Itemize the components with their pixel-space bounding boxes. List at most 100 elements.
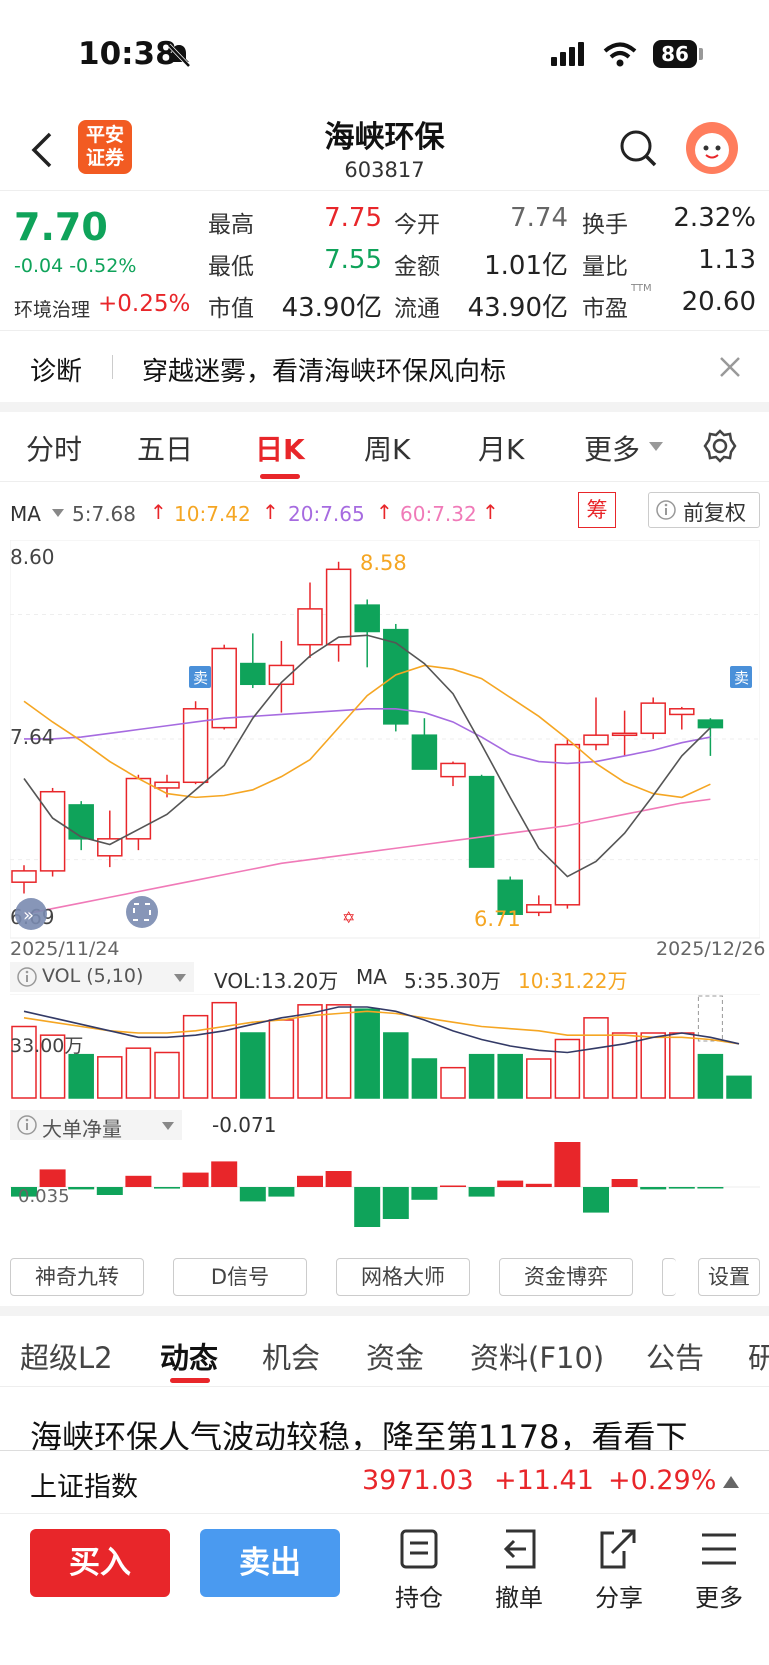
flow-bar — [668, 1187, 695, 1189]
low-value: 7.55 — [324, 245, 382, 275]
candle-body — [411, 734, 438, 770]
tab-news[interactable]: 动态 — [160, 1335, 218, 1377]
volume-bar — [526, 1058, 552, 1099]
volume-bar — [268, 1019, 295, 1099]
section-gap — [0, 1306, 769, 1316]
tool-partial[interactable] — [662, 1258, 676, 1296]
tab-announcements[interactable]: 公告 — [646, 1335, 704, 1377]
flow-bar — [697, 1187, 724, 1189]
tab-monthly-k[interactable]: 月K — [478, 428, 524, 468]
diagnosis-bar[interactable]: 诊断 穿越迷雾，看清海峡环保风向标 — [0, 330, 769, 402]
info-icon — [17, 967, 37, 987]
assistant-avatar[interactable] — [686, 122, 738, 174]
ma5-up-arrow-icon: ↑ — [150, 500, 167, 524]
search-icon[interactable] — [618, 128, 658, 168]
tab-intraday[interactable]: 分时 — [26, 428, 82, 468]
flow-bar — [354, 1187, 381, 1227]
holdings-icon[interactable] — [384, 1527, 454, 1571]
ma-dropdown-icon[interactable] — [52, 508, 64, 518]
volume-bar — [440, 1066, 466, 1099]
battery-level: 86 — [653, 40, 697, 68]
tool-grid-master[interactable]: 网格大师 — [336, 1258, 470, 1296]
share-icon[interactable] — [584, 1527, 654, 1571]
sell-button[interactable]: 卖出 — [200, 1529, 340, 1597]
info-icon — [656, 500, 676, 520]
ma-label[interactable]: MA — [10, 502, 41, 526]
chip-distribution-button[interactable]: 筹 — [578, 492, 616, 528]
share-label[interactable]: 分享 — [584, 1578, 654, 1613]
candle-body — [669, 708, 695, 716]
sector-name[interactable]: 环境治理 — [14, 295, 90, 322]
tab-weekly-k[interactable]: 周K — [364, 428, 410, 468]
battery-tip — [699, 48, 703, 60]
flow-bar — [268, 1187, 295, 1197]
candle-body — [468, 775, 495, 868]
chevron-down-icon — [162, 1122, 174, 1130]
volume-bar — [354, 1008, 380, 1099]
tab-f10[interactable]: 资料(F10) — [470, 1335, 604, 1377]
volume-bar — [383, 1032, 409, 1099]
candle-body — [240, 662, 266, 686]
chevron-down-icon — [174, 974, 186, 982]
index-ticker-bar[interactable]: 上证指数 3971.03 +11.41 +0.29% — [0, 1450, 769, 1514]
cancel-order-icon[interactable] — [484, 1527, 554, 1571]
diagnosis-text[interactable]: 穿越迷雾，看清海峡环保风向标 — [142, 351, 506, 388]
tab-more[interactable]: 更多 — [584, 428, 640, 468]
flow-bar — [182, 1172, 209, 1187]
tab-super-l2[interactable]: 超级L2 — [20, 1335, 113, 1377]
index-pct: +0.29% — [608, 1465, 717, 1496]
big-order-flow-chart[interactable]: 0.035 — [10, 1142, 760, 1247]
more-menu-icon[interactable] — [684, 1527, 754, 1571]
candle-body — [526, 904, 552, 914]
flow-bar — [497, 1180, 524, 1187]
diagnosis-divider — [112, 355, 113, 379]
buy-button[interactable]: 买入 — [30, 1529, 170, 1597]
tool-d-signal[interactable]: D信号 — [173, 1258, 307, 1296]
ma60-value: 60:7.32 — [400, 502, 477, 526]
flow-bar — [297, 1175, 323, 1187]
adjust-button[interactable]: 前复权 — [648, 492, 760, 528]
flow-bar — [382, 1187, 409, 1219]
flow-indicator-selector[interactable]: 大单净量 — [10, 1110, 182, 1141]
status-bar: 10:38 86 — [0, 0, 769, 110]
candle-body — [325, 568, 352, 646]
tool-capital-game[interactable]: 资金博弈 — [499, 1258, 633, 1296]
tool-settings[interactable]: 设置 — [698, 1258, 760, 1296]
volume-bar — [697, 1053, 724, 1099]
candle-body — [97, 838, 123, 857]
chevron-up-icon[interactable] — [722, 1475, 740, 1489]
flow-bar — [554, 1142, 581, 1187]
volume-bar — [554, 1038, 581, 1099]
volume-indicator-selector[interactable]: VOL (5,10) — [10, 962, 194, 992]
kline-chart[interactable]: 8.60 7.64 6.69 8.58 6.71 卖 卖 » ✡ — [10, 540, 760, 940]
tool-nine-turn[interactable]: 神奇九转 — [10, 1258, 144, 1296]
flow-bar — [125, 1175, 152, 1187]
volume-chart[interactable]: 33.00万 — [10, 994, 760, 1100]
high-value: 7.75 — [324, 203, 382, 233]
turnover-label: 换手 — [582, 212, 628, 238]
holdings-label[interactable]: 持仓 — [384, 1578, 454, 1613]
volume-bar — [726, 1075, 752, 1099]
gear-icon[interactable] — [702, 428, 738, 464]
tab-research[interactable]: 研 — [748, 1335, 769, 1377]
diagnosis-label: 诊断 — [30, 357, 83, 387]
more-label[interactable]: 更多 — [684, 1578, 754, 1613]
price-change: -0.04 -0.52% — [14, 255, 137, 277]
flow-bar — [96, 1187, 123, 1195]
min-price-label: 6.71 — [474, 907, 521, 931]
tab-five-day[interactable]: 五日 — [137, 428, 193, 468]
volume-bar — [611, 1032, 638, 1099]
event-marker-icon[interactable]: ✡ — [342, 908, 355, 927]
volume-bar — [240, 1032, 266, 1099]
fullscreen-icon[interactable] — [126, 896, 158, 928]
status-time: 10:38 — [78, 36, 177, 72]
volume-bar — [411, 1058, 438, 1099]
tab-opportunity[interactable]: 机会 — [262, 1335, 320, 1377]
close-icon[interactable] — [718, 355, 742, 379]
candle-body — [611, 732, 638, 737]
candle-body — [640, 702, 666, 735]
sector-change[interactable]: +0.25% — [98, 291, 190, 317]
tab-daily-k[interactable]: 日K — [255, 428, 305, 468]
tab-capital[interactable]: 资金 — [366, 1335, 424, 1377]
cancel-order-label[interactable]: 撤单 — [484, 1578, 554, 1613]
